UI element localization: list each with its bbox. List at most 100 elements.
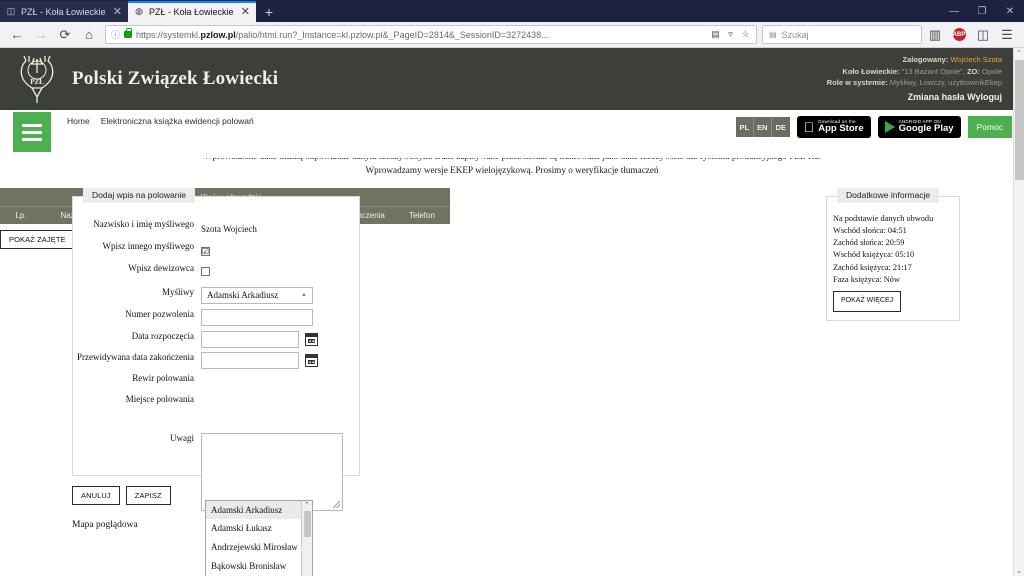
brand-area[interactable]: PZŁ Polski Związek Łowiecki <box>14 53 278 105</box>
sunset-value: 20:59 <box>885 238 905 248</box>
main-content: Dodaj wpis na polowanie Nazwisko i imię … <box>0 187 1024 576</box>
maximize-icon[interactable]: ❐ <box>968 0 996 22</box>
info-item: Zachód księżyca: 21:17 <box>833 262 959 274</box>
hunter-name-value: Szota Wojciech <box>201 223 257 234</box>
roles-value: Myśliwy, Łowczy, użytkownikEkep <box>889 78 1002 88</box>
hunter-dropdown-list[interactable]: Adamski Arkadiusz Adamski Łukasz Andrzej… <box>205 499 313 576</box>
info-item: Faza księżyca: Nów <box>833 274 959 286</box>
show-occupied-button[interactable]: POKAŻ ZAJĘTE <box>0 229 75 249</box>
additional-info-panel: Dodatkowe informacje Na podstawie danych… <box>826 187 960 321</box>
lock-icon <box>124 28 133 38</box>
reader-mode-icon[interactable]: ▤ <box>710 28 721 42</box>
url-domain: pzlow.pl <box>200 29 236 40</box>
tab-favicon: ◍ <box>135 6 143 16</box>
tab-close-icon[interactable]: ✕ <box>241 5 250 18</box>
end-date-input[interactable] <box>201 351 299 369</box>
hunter-select-value: Adamski Arkadiusz <box>207 290 279 301</box>
notice-line-2: Wprowadzamy wersje EKEP wielojęzykową. P… <box>365 164 659 175</box>
hunter-select[interactable]: Adamski Arkadiusz ▲ <box>201 286 313 304</box>
app-store-badge[interactable]:  Download on the App Store <box>796 116 871 138</box>
pocket-icon[interactable]: ▿ <box>725 28 736 42</box>
logout-link[interactable]: Wyloguj <box>967 92 1002 102</box>
place-label: Miejsce polowania <box>125 393 194 404</box>
back-icon[interactable]: ← <box>6 24 28 46</box>
url-text: https://systemkl.pzlow.pl/palio/html.run… <box>136 30 706 40</box>
other-hunter-label: Wpisz innego myśliwego <box>102 240 195 251</box>
other-hunter-checkbox[interactable]: ☑ <box>201 247 210 257</box>
devisee-label: Wpisz dewizowca <box>128 262 194 273</box>
google-play-badge[interactable]: ANDROID APP ON Google Play <box>877 116 961 138</box>
column-header-phone: Telefon <box>409 210 435 220</box>
dropdown-scrollbar[interactable]: ⌃ ⌄ <box>301 500 312 576</box>
lang-de-button[interactable]: DE <box>771 117 790 137</box>
show-more-button[interactable]: POKAŻ WIĘCEJ <box>833 291 902 312</box>
page-scroll-down-icon[interactable]: ⌄ <box>1014 567 1024 575</box>
club-row: Koło Łowieckie: "13 Bażant Opole", ZO: O… <box>827 66 1002 78</box>
apple-icon:  <box>804 120 815 134</box>
row-other-hunter: Wpisz innego myśliwego ☑ <box>73 241 351 259</box>
moonrise-value: 05:10 <box>895 250 915 260</box>
browser-tab-2[interactable]: ◍ PZŁ - Koła Łowieckie ✕ <box>128 1 256 22</box>
moon-phase-value: Nów <box>883 274 900 284</box>
info-subtitle: Na podstawie danych obwodu <box>833 213 934 223</box>
adblock-icon[interactable]: ABP <box>948 24 970 46</box>
panel-title: Dodatkowe informacje <box>837 187 940 203</box>
row-start-date: Data rozpoczęcia <box>73 330 351 348</box>
user-info-box: Zalogowany: Wojciech Szota Koło Łowiecki… <box>827 54 1002 105</box>
close-window-icon[interactable]: ✕ <box>996 0 1024 22</box>
dropdown-option[interactable]: Adamski Łukasz <box>206 519 312 538</box>
home-icon[interactable]: ⌂ <box>78 24 100 46</box>
forward-icon[interactable]: → <box>30 24 52 46</box>
browser-menu-icon[interactable]: ☰ <box>996 24 1018 46</box>
calendar-icon[interactable] <box>305 353 318 367</box>
permit-input[interactable] <box>201 308 313 326</box>
lang-en-button[interactable]: EN <box>753 117 772 137</box>
window-controls: — ❐ ✕ <box>940 0 1024 22</box>
browser-tab-1[interactable]: ◫ PZŁ - Koła Łowieckie ✕ <box>0 1 128 22</box>
top-right-nav: PL EN DE  Download on the App Store AND… <box>735 116 1012 138</box>
moonset-value: 21:17 <box>892 262 912 272</box>
search-input[interactable]: ▤ Szukaj <box>762 25 922 44</box>
dropdown-option[interactable]: Adamski Arkadiusz <box>206 500 312 520</box>
new-tab-button[interactable]: + <box>256 1 282 22</box>
scroll-up-icon[interactable]: ⌃ <box>304 501 310 510</box>
dropdown-option[interactable]: Andrzejewski Mirosław <box>206 538 312 557</box>
page-scrollbar-thumb[interactable] <box>1015 60 1024 180</box>
breadcrumb-current[interactable]: Elektroniczna książka ewidencji polowań <box>101 116 254 126</box>
add-hunt-entry-panel: Dodaj wpis na polowanie Nazwisko i imię … <box>72 187 360 511</box>
chevron-up-icon: ▲ <box>301 292 307 299</box>
library-icon[interactable]: ▥ <box>924 24 946 46</box>
save-button[interactable]: ZAPISZ <box>125 485 171 505</box>
url-suffix: /palio/html.run?_Instance=kl.pzlow.pl&_P… <box>235 29 549 40</box>
scrollbar-thumb[interactable] <box>303 510 311 537</box>
page-scrollbar[interactable]: ⌃ ⌄ <box>1013 48 1024 576</box>
bookmark-star-icon[interactable]: ☆ <box>740 28 751 42</box>
row-district: Rewir polowania <box>73 373 351 390</box>
calendar-icon[interactable] <box>305 332 318 346</box>
devisee-checkbox[interactable] <box>201 266 210 276</box>
site-header: PZŁ Polski Związek Łowiecki Zalogowany: … <box>0 48 1024 110</box>
hamburger-menu-icon[interactable] <box>13 112 51 152</box>
start-date-label: Data rozpoczęcia <box>131 330 194 341</box>
browser-tab-bar: ◫ PZŁ - Koła Łowieckie ✕ ◍ PZŁ - Koła Ło… <box>0 0 1024 22</box>
reload-icon[interactable]: ⟳ <box>54 24 76 46</box>
tab-close-icon[interactable]: ✕ <box>113 5 122 18</box>
minimize-icon[interactable]: — <box>940 0 968 22</box>
breadcrumb-home[interactable]: Home <box>67 116 90 126</box>
hunter-select-label: Myśliwy <box>161 286 194 297</box>
site-info-icon[interactable]: ⓘ <box>111 28 120 41</box>
row-devisee: Wpisz dewizowca <box>73 263 351 281</box>
dropdown-option[interactable]: Bąkowski Bronisław <box>206 556 312 575</box>
address-bar[interactable]: ⓘ https://systemkl.pzlow.pl/palio/html.r… <box>105 25 757 44</box>
help-button[interactable]: Pomoc <box>967 116 1012 138</box>
sidebar-icon[interactable]: ◫ <box>972 24 994 46</box>
start-date-input[interactable] <box>201 330 299 348</box>
page-scroll-up-icon[interactable]: ⌃ <box>1014 49 1024 57</box>
cancel-button[interactable]: ANULUJ <box>72 485 120 505</box>
change-password-link[interactable]: Zmiana hasła <box>908 92 965 102</box>
notes-label: Uwagi <box>170 432 194 443</box>
lang-pl-button[interactable]: PL <box>735 117 754 137</box>
url-prefix: https://systemkl. <box>136 29 201 40</box>
google-play-big-text: Google Play <box>898 123 954 135</box>
search-icon: ▤ <box>769 30 777 39</box>
